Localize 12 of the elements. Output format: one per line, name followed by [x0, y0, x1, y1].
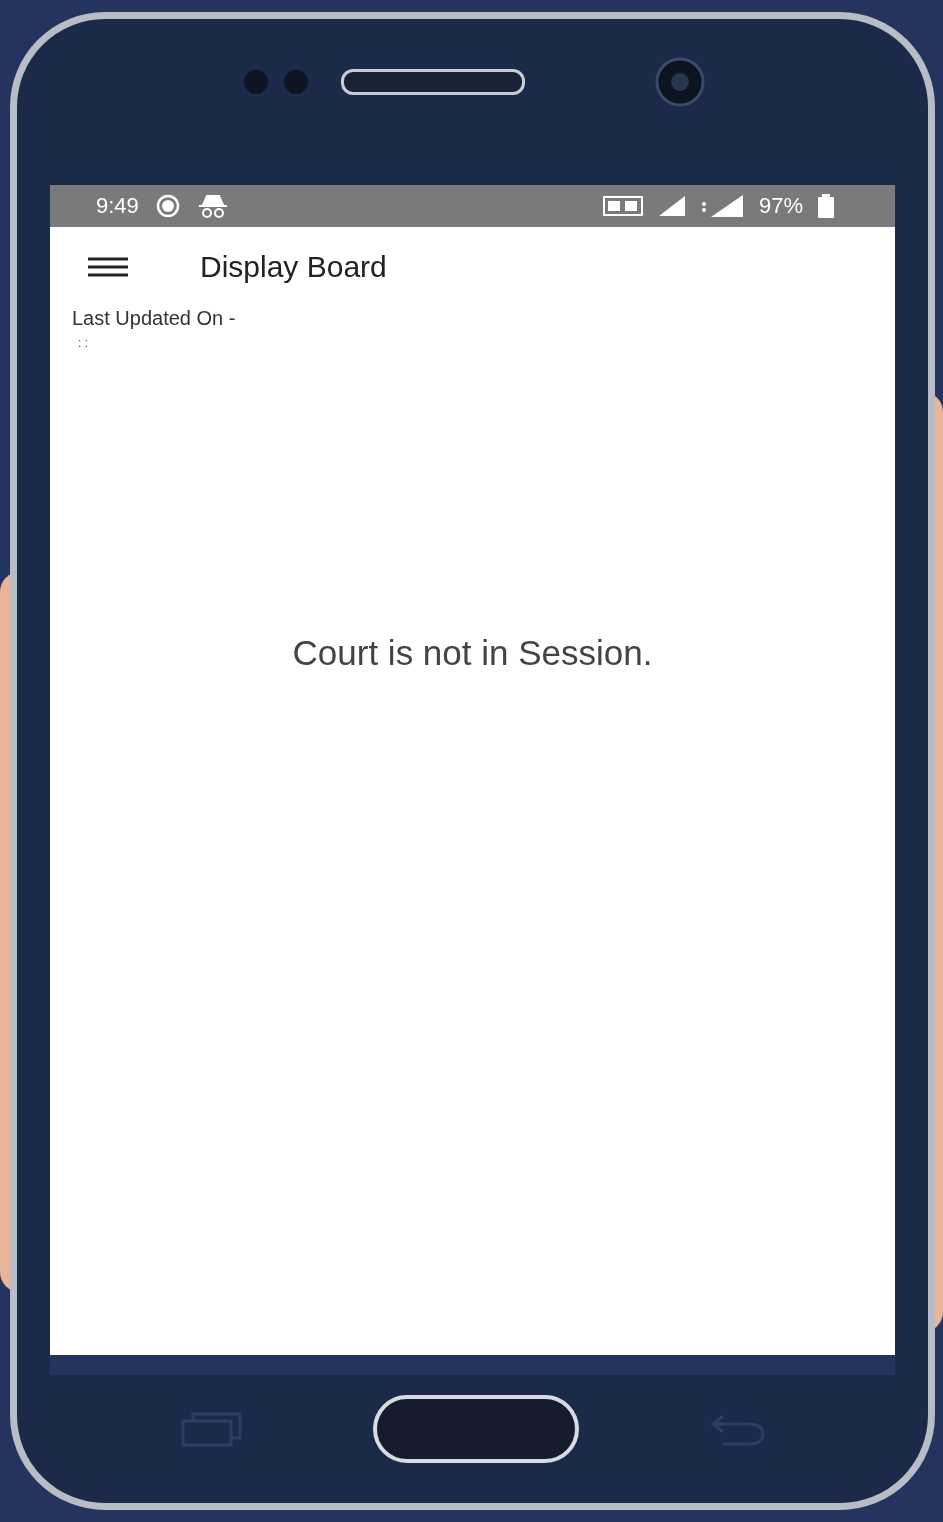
battery-percent: 97%: [758, 193, 803, 219]
last-updated-value: : :: [77, 336, 89, 350]
session-message: Court is not in Session.: [292, 633, 653, 674]
incognito-icon: [196, 194, 229, 218]
volte-icon: [602, 196, 643, 216]
menu-icon: [88, 257, 128, 277]
camera-icon: [654, 57, 705, 107]
mobile-data-signal-icon: [700, 194, 745, 218]
status-time: 9:49: [96, 193, 139, 219]
app-title: Display Board: [200, 250, 387, 284]
last-updated-label: Last Updated On -: [72, 307, 237, 330]
battery-icon: [817, 194, 835, 218]
